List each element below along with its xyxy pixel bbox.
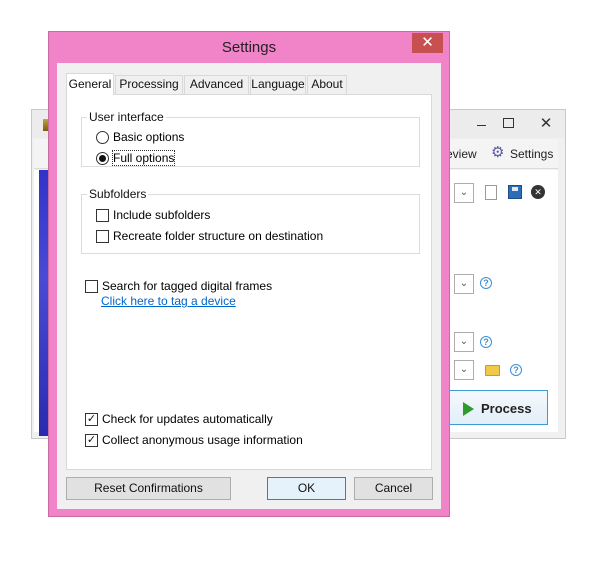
recreate-folder-structure-label: Recreate folder structure on destination bbox=[113, 229, 324, 243]
save-icon[interactable] bbox=[508, 185, 522, 199]
dropdown-arrow[interactable]: ⌄ bbox=[454, 183, 474, 203]
checkbox[interactable] bbox=[96, 229, 109, 243]
reset-confirmations-button[interactable]: Reset Confirmations bbox=[66, 477, 231, 500]
tab-general[interactable]: General bbox=[66, 73, 114, 95]
dropdown-arrow[interactable]: ⌄ bbox=[454, 274, 474, 294]
settings-dialog: Settings ✕ General Processing Advanced L… bbox=[48, 31, 450, 517]
recreate-folder-structure-checkbox[interactable]: Recreate folder structure on destination bbox=[96, 228, 323, 244]
dialog-title: Settings bbox=[221, 39, 277, 56]
subfolders-legend: Subfolders bbox=[87, 187, 149, 201]
gear-icon[interactable]: ⚙ bbox=[491, 145, 504, 161]
checkbox[interactable] bbox=[96, 208, 109, 222]
checkbox-checked[interactable]: ✓ bbox=[85, 433, 98, 447]
dialog-body: General Processing Advanced Language Abo… bbox=[57, 63, 441, 509]
include-subfolders-label: Include subfolders bbox=[113, 208, 211, 222]
dropdown-arrow[interactable]: ⌄ bbox=[454, 332, 474, 352]
folder-icon[interactable] bbox=[485, 365, 500, 376]
main-close-button[interactable]: ✕ bbox=[532, 113, 560, 134]
include-subfolders-checkbox[interactable]: Include subfolders bbox=[96, 207, 210, 223]
toolbar-review-button[interactable]: eview bbox=[446, 147, 477, 161]
search-tagged-frames-label: Search for tagged digital frames bbox=[102, 279, 273, 293]
minimize-button[interactable] bbox=[470, 113, 494, 134]
check-updates-checkbox[interactable]: ✓ Check for updates automatically bbox=[85, 411, 273, 427]
tag-device-link[interactable]: Click here to tag a device bbox=[101, 294, 236, 308]
subfolders-group: Subfolders Include subfolders Recreate f… bbox=[81, 187, 420, 254]
tab-advanced[interactable]: Advanced bbox=[184, 75, 249, 94]
basic-options-label: Basic options bbox=[113, 130, 185, 144]
process-button[interactable]: Process bbox=[446, 390, 548, 425]
delete-icon[interactable]: ✕ bbox=[531, 185, 545, 199]
process-label: Process bbox=[481, 401, 532, 416]
user-interface-group: User interface Basic options Full option… bbox=[81, 110, 420, 167]
radio-button-selected[interactable] bbox=[96, 151, 109, 165]
tab-language[interactable]: Language bbox=[250, 75, 306, 94]
dialog-close-button[interactable]: ✕ bbox=[412, 33, 443, 53]
dropdown-arrow[interactable]: ⌄ bbox=[454, 360, 474, 380]
full-options-label: Full options bbox=[111, 150, 176, 166]
basic-options-radio[interactable]: Basic options bbox=[96, 129, 184, 145]
help-icon[interactable]: ? bbox=[480, 277, 492, 289]
tab-about[interactable]: About bbox=[307, 75, 347, 94]
collect-usage-label: Collect anonymous usage information bbox=[102, 433, 303, 447]
checkbox-checked[interactable]: ✓ bbox=[85, 412, 98, 426]
ok-button[interactable]: OK bbox=[267, 477, 346, 500]
play-icon bbox=[463, 402, 474, 416]
radio-button[interactable] bbox=[96, 130, 109, 144]
file-icon[interactable] bbox=[485, 185, 497, 200]
help-icon[interactable]: ? bbox=[480, 336, 492, 348]
help-icon[interactable]: ? bbox=[510, 364, 522, 376]
tab-processing[interactable]: Processing bbox=[115, 75, 183, 94]
check-updates-label: Check for updates automatically bbox=[102, 412, 273, 426]
general-tab-panel: User interface Basic options Full option… bbox=[66, 94, 432, 470]
maximize-button[interactable] bbox=[496, 113, 520, 134]
user-interface-legend: User interface bbox=[87, 110, 166, 124]
checkbox[interactable] bbox=[85, 279, 98, 293]
collect-usage-checkbox[interactable]: ✓ Collect anonymous usage information bbox=[85, 432, 303, 448]
search-tagged-frames-checkbox[interactable]: Search for tagged digital frames bbox=[85, 278, 272, 294]
full-options-radio[interactable]: Full options bbox=[96, 150, 176, 166]
toolbar-settings-button[interactable]: Settings bbox=[510, 147, 553, 161]
cancel-button[interactable]: Cancel bbox=[354, 477, 433, 500]
